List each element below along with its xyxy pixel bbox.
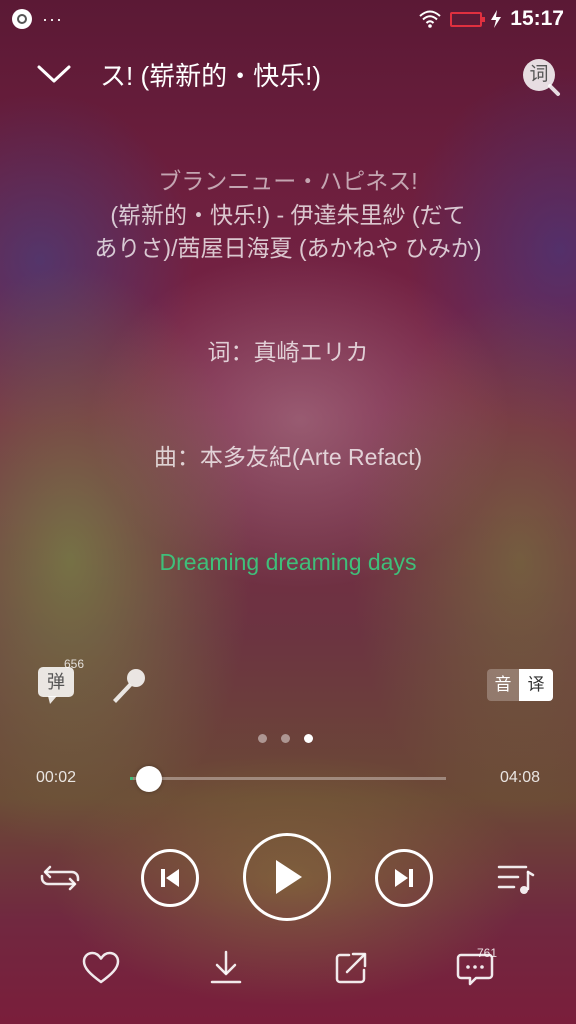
more-notifications-indicator: ···	[42, 9, 63, 29]
play-icon	[276, 860, 302, 894]
charging-icon	[490, 9, 502, 29]
skip-previous-icon	[161, 869, 179, 887]
lyric-line: 词：真崎エリカ	[207, 339, 369, 365]
lyric-line: ブランニュー・ハピネス!	[158, 168, 418, 194]
page-indicator	[258, 734, 313, 743]
like-button[interactable]	[80, 948, 122, 988]
lyric-line: ありさ)/茜屋日海夏 (あかねや ひみか)	[94, 235, 482, 261]
page-dot-active[interactable]	[304, 734, 313, 743]
lyric-search-button[interactable]: 词	[520, 56, 564, 100]
song-title: ス! (崭新的・快乐!)	[100, 61, 321, 91]
playlist-icon	[497, 865, 535, 894]
previous-track-button[interactable]	[141, 849, 199, 907]
next-track-button[interactable]	[375, 849, 433, 907]
original-lyric-option[interactable]: 音	[487, 669, 519, 701]
play-button[interactable]	[243, 833, 331, 921]
progress-thumb[interactable]	[135, 766, 162, 792]
elapsed-time: 00:02	[36, 769, 77, 786]
status-left: ···	[12, 9, 63, 29]
lyric-line: 曲：本多友紀(Arte Refact)	[153, 444, 423, 470]
collapse-button[interactable]	[34, 58, 74, 90]
repeat-mode-button[interactable]	[36, 856, 84, 900]
page-dot[interactable]	[281, 734, 290, 743]
lyric-line: (崭新的・快乐!) - 伊達朱里紗 (だて	[110, 202, 466, 228]
lyric-language-toggle[interactable]: 音 译	[487, 669, 553, 701]
status-bar: ··· 15:17	[0, 0, 576, 40]
karaoke-button[interactable]	[108, 666, 148, 706]
danmaku-count: 656	[64, 657, 85, 671]
progress-fill	[130, 777, 133, 780]
status-right: 15:17	[418, 7, 564, 31]
heart-icon	[82, 951, 120, 984]
chevron-down-icon	[37, 65, 71, 83]
skip-next-icon	[395, 869, 413, 887]
translated-lyric-option[interactable]: 译	[519, 669, 553, 701]
download-button[interactable]	[205, 946, 247, 988]
download-icon	[210, 950, 242, 984]
current-lyric-line: Dreaming dreaming days	[159, 549, 417, 575]
status-time: 15:17	[510, 7, 564, 30]
microphone-icon	[113, 669, 145, 703]
danmaku-label: 弹	[47, 672, 65, 692]
total-duration: 04:08	[500, 769, 541, 786]
comment-count: 761	[477, 946, 498, 960]
battery-icon	[450, 11, 486, 27]
danmaku-button[interactable]: 弹	[38, 667, 74, 704]
page-dot[interactable]	[258, 734, 267, 743]
share-icon	[335, 952, 367, 984]
wifi-icon	[418, 9, 442, 29]
app-notification-icon	[12, 9, 32, 29]
playlist-button[interactable]	[494, 858, 538, 898]
lyric-search-label: 词	[529, 64, 549, 85]
progress-track[interactable]	[130, 777, 446, 780]
share-button[interactable]	[330, 948, 372, 988]
repeat-icon	[40, 865, 80, 891]
